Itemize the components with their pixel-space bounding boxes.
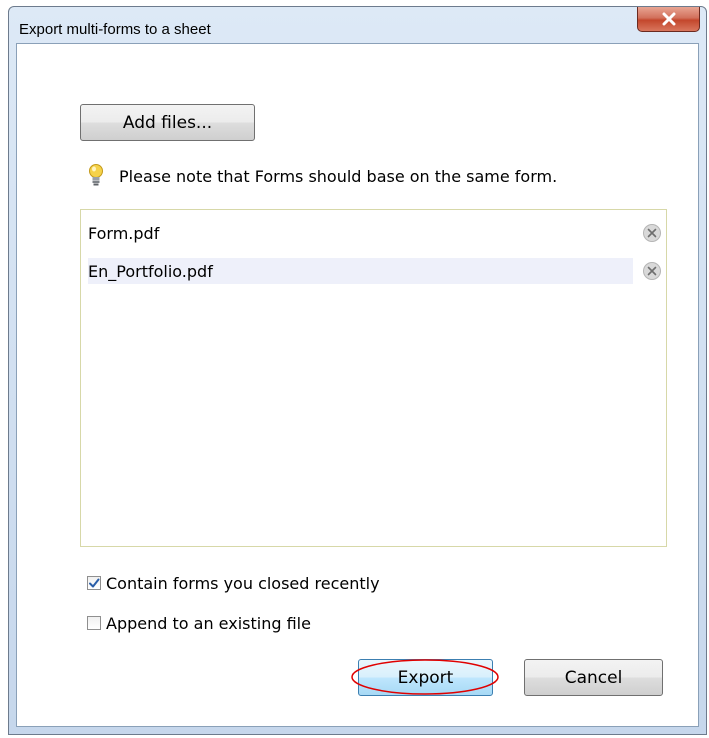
- option-closed-recently[interactable]: Contain forms you closed recently: [87, 572, 380, 594]
- checkbox-append-existing[interactable]: [87, 616, 101, 630]
- file-list[interactable]: Form.pdf En_Portfolio.pdf: [80, 209, 667, 547]
- cancel-button[interactable]: Cancel: [524, 659, 663, 696]
- option-append-existing[interactable]: Append to an existing file: [87, 612, 311, 634]
- option-label: Append to an existing file: [106, 613, 311, 633]
- file-name: Form.pdf: [88, 223, 160, 243]
- remove-circle-x-icon[interactable]: [642, 261, 662, 281]
- dialog-body: Add files... Please note that Forms shou…: [16, 43, 699, 727]
- checkbox-closed-recently[interactable]: [87, 576, 101, 590]
- note-text: Please note that Forms should base on th…: [119, 166, 558, 186]
- close-button[interactable]: [637, 7, 700, 32]
- title-bar: Export multi-forms to a sheet: [9, 7, 706, 47]
- file-row-en-portfolio[interactable]: En_Portfolio.pdf: [88, 258, 661, 284]
- file-name: En_Portfolio.pdf: [88, 261, 213, 281]
- file-row-form[interactable]: Form.pdf: [88, 220, 661, 246]
- checkmark-icon: [89, 578, 100, 588]
- lightbulb-icon: [89, 164, 103, 186]
- option-label: Contain forms you closed recently: [106, 573, 380, 593]
- add-files-button[interactable]: Add files...: [80, 104, 255, 141]
- close-x-icon: [662, 12, 675, 26]
- export-dialog: Export multi-forms to a sheet Add files.…: [8, 6, 707, 735]
- remove-circle-x-icon[interactable]: [642, 223, 662, 243]
- note-row: Please note that Forms should base on th…: [87, 162, 557, 190]
- dialog-title: Export multi-forms to a sheet: [19, 21, 211, 38]
- export-button[interactable]: Export: [358, 659, 493, 696]
